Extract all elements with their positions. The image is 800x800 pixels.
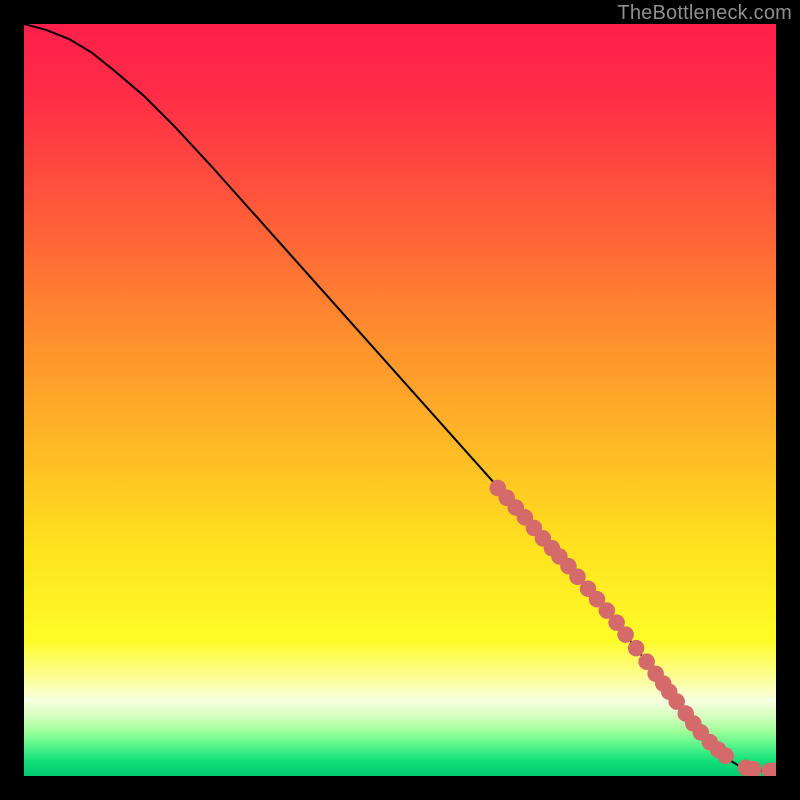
data-marker [628,640,645,657]
plot-area [24,24,776,776]
plot-svg [24,24,776,776]
chart-stage: TheBottleneck.com [0,0,800,800]
data-marker [617,626,634,643]
data-marker [717,747,734,764]
watermark-text: TheBottleneck.com [617,2,792,25]
gradient-background [24,24,776,776]
